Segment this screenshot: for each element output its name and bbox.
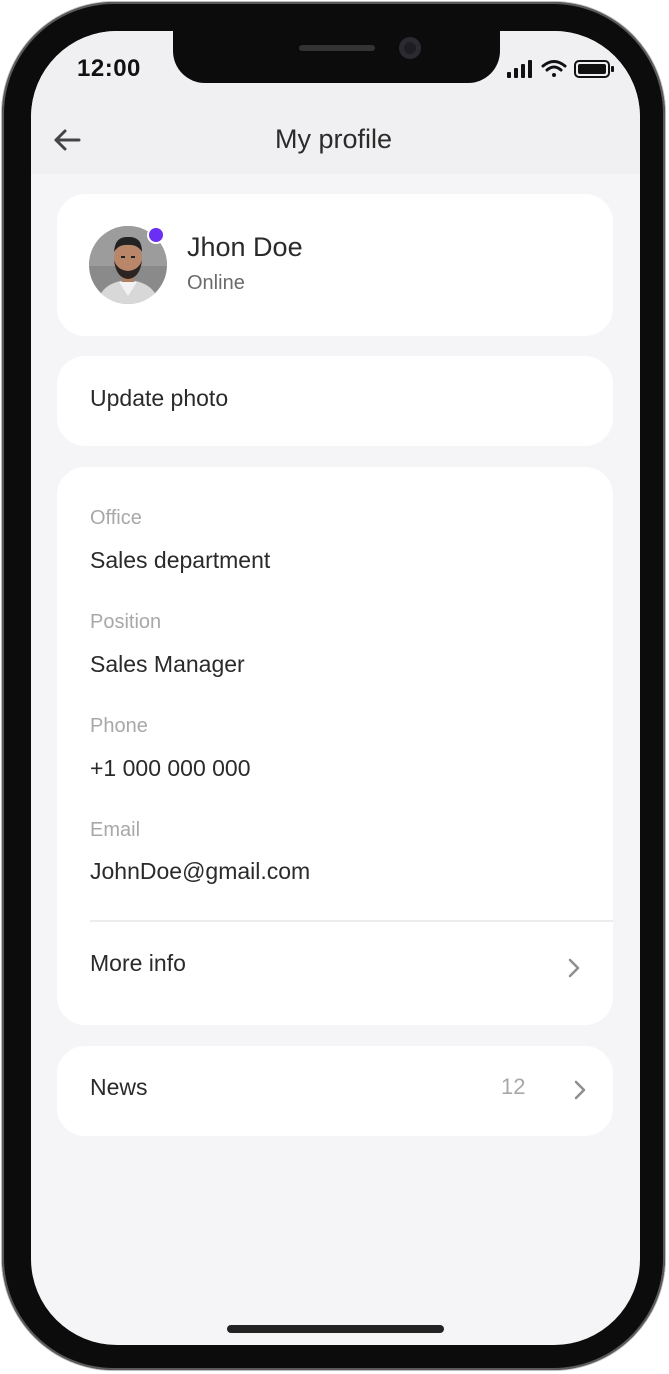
office-value: Sales department [90, 547, 271, 573]
device-notch [173, 31, 500, 83]
phone-frame: 12:00 My profile Jhon Doe Online Update … [2, 2, 665, 1370]
status-time: 12:00 [77, 55, 141, 82]
position-label: Position [90, 611, 162, 633]
app-header: 12:00 My profile [31, 31, 640, 174]
chevron-right-icon [574, 1080, 586, 1100]
more-info-row[interactable]: More info [57, 922, 613, 1022]
news-row[interactable]: News 12 [57, 1046, 613, 1136]
status-icons [507, 60, 614, 78]
profile-card: Jhon Doe Online [57, 194, 613, 336]
email-value[interactable]: JohnDoe@gmail.com [90, 858, 310, 885]
news-label: News [90, 1074, 148, 1100]
page-title: My profile [274, 124, 393, 154]
office-label: Office [90, 507, 142, 529]
wifi-icon [541, 60, 567, 77]
user-status: Online [187, 272, 245, 294]
phone-value[interactable]: +1 000 000 000 [90, 755, 251, 782]
user-name: Jhon Doe [187, 232, 303, 262]
details-card: Office Sales department Position Sales M… [57, 467, 613, 1025]
online-status-dot [149, 228, 163, 242]
chevron-right-icon [568, 958, 580, 978]
email-label: Email [90, 819, 141, 841]
home-indicator[interactable] [227, 1325, 444, 1333]
update-photo-label: Update photo [90, 385, 229, 411]
battery-icon [574, 60, 614, 78]
front-camera [399, 37, 421, 59]
signal-icon [507, 60, 532, 78]
speaker-grille [299, 45, 375, 51]
update-photo-button[interactable]: Update photo [57, 356, 613, 446]
position-value: Sales Manager [90, 651, 245, 677]
news-count-badge: 12 [501, 1074, 526, 1099]
more-info-label: More info [90, 950, 186, 976]
phone-label: Phone [90, 715, 148, 737]
app-screen: 12:00 My profile Jhon Doe Online Update … [31, 31, 640, 1345]
